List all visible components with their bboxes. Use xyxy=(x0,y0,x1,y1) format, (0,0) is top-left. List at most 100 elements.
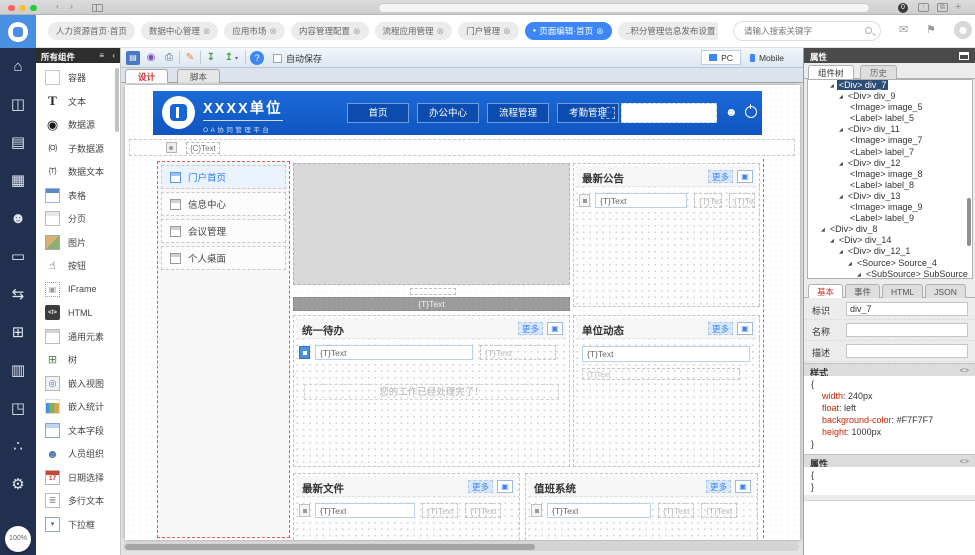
component-item[interactable]: 分页 xyxy=(36,207,116,231)
field-input[interactable] xyxy=(846,302,968,316)
design-tools-icon[interactable]: ✎ xyxy=(183,51,197,65)
news-nav[interactable]: ▤ xyxy=(0,124,36,162)
more-button[interactable]: 更多 xyxy=(468,480,493,493)
breadcrumb-row[interactable]: {C}Text xyxy=(129,139,795,156)
tree-node[interactable]: <Image> image_9 xyxy=(808,202,972,213)
attrs-code[interactable]: {} xyxy=(804,467,975,495)
panel-announce[interactable]: 最新公告 更多 ▣ {T}Text{T}Text{T}Text xyxy=(573,163,760,307)
component-item[interactable]: 文本字段 xyxy=(36,419,116,443)
placeholder-chip[interactable]: ⋯ xyxy=(601,107,615,119)
app-logo[interactable] xyxy=(0,15,36,48)
component-item[interactable]: ☝按钮 xyxy=(36,254,116,278)
more-button[interactable]: 更多 xyxy=(706,480,731,493)
component-item[interactable]: ◉数据源 xyxy=(36,113,116,137)
code-icon[interactable]: <> xyxy=(960,366,969,375)
app-tab[interactable]: 门户管理⊗ xyxy=(458,22,519,40)
monitor-nav[interactable]: ▭ xyxy=(0,238,36,276)
settings-nav[interactable]: ⚙ xyxy=(0,466,36,504)
autosave-toggle[interactable]: 自动保存 xyxy=(273,52,322,65)
news-text-placeholder[interactable]: {T}Text xyxy=(582,368,740,380)
home-nav[interactable]: ⌂ xyxy=(0,48,36,86)
text-placeholder[interactable]: {T}Text xyxy=(595,193,687,208)
portal-menu-item[interactable]: 信息中心 xyxy=(161,192,286,216)
tree-node[interactable]: ◢<Div> div_13 xyxy=(808,191,972,202)
attrs-section-header[interactable]: 属性 <> xyxy=(804,454,975,467)
scrollbar-thumb[interactable] xyxy=(125,544,535,550)
more-button[interactable]: 更多 xyxy=(708,170,733,183)
component-item[interactable]: T文本 xyxy=(36,90,116,114)
text-placeholder[interactable]: {T}Text xyxy=(315,345,473,360)
text-placeholder[interactable]: {T}Text xyxy=(658,503,694,518)
tree-node[interactable]: <Label> label_5 xyxy=(808,113,972,124)
tree-node[interactable]: ◢<Div> div_7 xyxy=(808,80,972,91)
address-bar[interactable] xyxy=(378,3,870,13)
collapse-panel-icon[interactable]: ‹ xyxy=(112,51,115,60)
detail-tab[interactable]: 事件 xyxy=(845,284,880,298)
component-item[interactable]: ≣多行文本 xyxy=(36,489,116,513)
site-header[interactable]: XXXX单位 OA协同管理平台 首页办公中心流程管理考勤管理 ⋯ ☻ xyxy=(153,91,762,135)
export-icon[interactable]: ↥ xyxy=(222,51,236,65)
duty-row[interactable]: {T}Text {T}Text {T}Text xyxy=(531,502,753,519)
app-tab[interactable]: ..积分管理信息发布设置⊗ xyxy=(618,22,718,40)
search-icon[interactable] xyxy=(865,27,872,34)
site-nav-item[interactable]: 办公中心 xyxy=(417,103,479,123)
monitor-chart-nav[interactable]: ▥ xyxy=(0,352,36,390)
text-placeholder[interactable]: {T}Text xyxy=(422,503,458,518)
detail-tab[interactable]: 基本 xyxy=(808,284,843,298)
tree-node[interactable]: ◢<Div> div_9 xyxy=(808,91,972,102)
site-nav-item[interactable]: 流程管理 xyxy=(487,103,549,123)
portal-menu-item[interactable]: 会议管理 xyxy=(161,219,286,243)
portal-menu[interactable]: 门户首页信息中心会议管理个人桌面 xyxy=(157,161,290,538)
component-item[interactable]: </>HTML xyxy=(36,301,116,325)
monitor-admin-nav[interactable]: ◳ xyxy=(0,390,36,428)
image-button[interactable]: ▣ xyxy=(737,170,753,183)
text-placeholder[interactable]: {T}Text xyxy=(547,503,651,518)
tab-close-icon[interactable]: ⊗ xyxy=(353,22,361,40)
tree-node[interactable]: <Image> image_5 xyxy=(808,102,972,113)
avatar[interactable]: ☻ xyxy=(954,21,972,39)
tree-node[interactable]: ◢<Div> div_12_1 xyxy=(808,246,972,257)
component-item[interactable]: 嵌入统计 xyxy=(36,395,116,419)
style-code[interactable]: {width: 240pxfloat: leftbackground-color… xyxy=(804,376,975,454)
text-placeholder[interactable]: {T}Text xyxy=(315,503,415,518)
app-tab[interactable]: 数据中心管理⊗ xyxy=(141,22,219,40)
app-tab[interactable]: 内容管理配置⊗ xyxy=(291,22,369,40)
component-item[interactable]: ▣IFrame xyxy=(36,278,116,302)
tab-close-icon[interactable]: ⊗ xyxy=(437,22,445,40)
minimize-window-icon[interactable] xyxy=(19,5,26,12)
text-placeholder[interactable]: {T}Text xyxy=(701,503,737,518)
logout-icon[interactable] xyxy=(745,106,757,118)
files-row[interactable]: {T}Text{T}Text{T}Text xyxy=(299,502,515,519)
tabs-overview-icon[interactable]: ⧉ xyxy=(937,3,948,12)
image-button[interactable]: ▣ xyxy=(497,480,513,493)
device-pc-button[interactable]: PC xyxy=(701,50,741,65)
monitor-share-nav[interactable]: ⇆ xyxy=(0,276,36,314)
component-item[interactable]: ▾下拉框 xyxy=(36,513,116,537)
app-tab[interactable]: ●页面编辑·首页⊗ xyxy=(525,22,612,40)
back-icon[interactable]: ‹ xyxy=(56,1,59,11)
component-item[interactable]: ◎嵌入视图 xyxy=(36,372,116,396)
component-item[interactable]: 通用元素 xyxy=(36,325,116,349)
portal-menu-item[interactable]: 门户首页 xyxy=(161,165,286,189)
component-item[interactable]: 17日期选择 xyxy=(36,466,116,490)
component-item[interactable]: ⊞树 xyxy=(36,348,116,372)
preview-icon[interactable]: ◉ xyxy=(144,51,158,65)
tab-design[interactable]: 设计 xyxy=(125,69,168,83)
autosave-checkbox[interactable] xyxy=(273,54,282,63)
tab-script[interactable]: 脚本 xyxy=(177,69,220,83)
share-icon[interactable]: ↑ xyxy=(918,3,929,12)
collapse-panel-icon[interactable] xyxy=(959,52,969,60)
tree-node[interactable]: <Label> label_7 xyxy=(808,147,972,158)
tab-component-tree[interactable]: 组件树 xyxy=(808,65,854,79)
tree-node[interactable]: <Image> image_7 xyxy=(808,135,972,146)
banner-text-bar[interactable]: {T}Text xyxy=(293,297,570,311)
video-user-nav[interactable]: ◫ xyxy=(0,86,36,124)
crumb-text-placeholder[interactable]: {C}Text xyxy=(186,142,220,154)
detail-tab[interactable]: JSON xyxy=(925,284,966,298)
message-icon[interactable]: ✉ xyxy=(899,23,908,36)
calendar-nav[interactable]: ▦ xyxy=(0,162,36,200)
tab-close-icon[interactable]: ⊗ xyxy=(596,22,604,40)
panel-todo[interactable]: 统一待办 更多 ▣ {T}Text{T}Text 您的工作已经处理完了！ xyxy=(293,315,570,467)
field-input[interactable] xyxy=(846,323,968,337)
components-scrollbar[interactable] xyxy=(115,68,119,132)
